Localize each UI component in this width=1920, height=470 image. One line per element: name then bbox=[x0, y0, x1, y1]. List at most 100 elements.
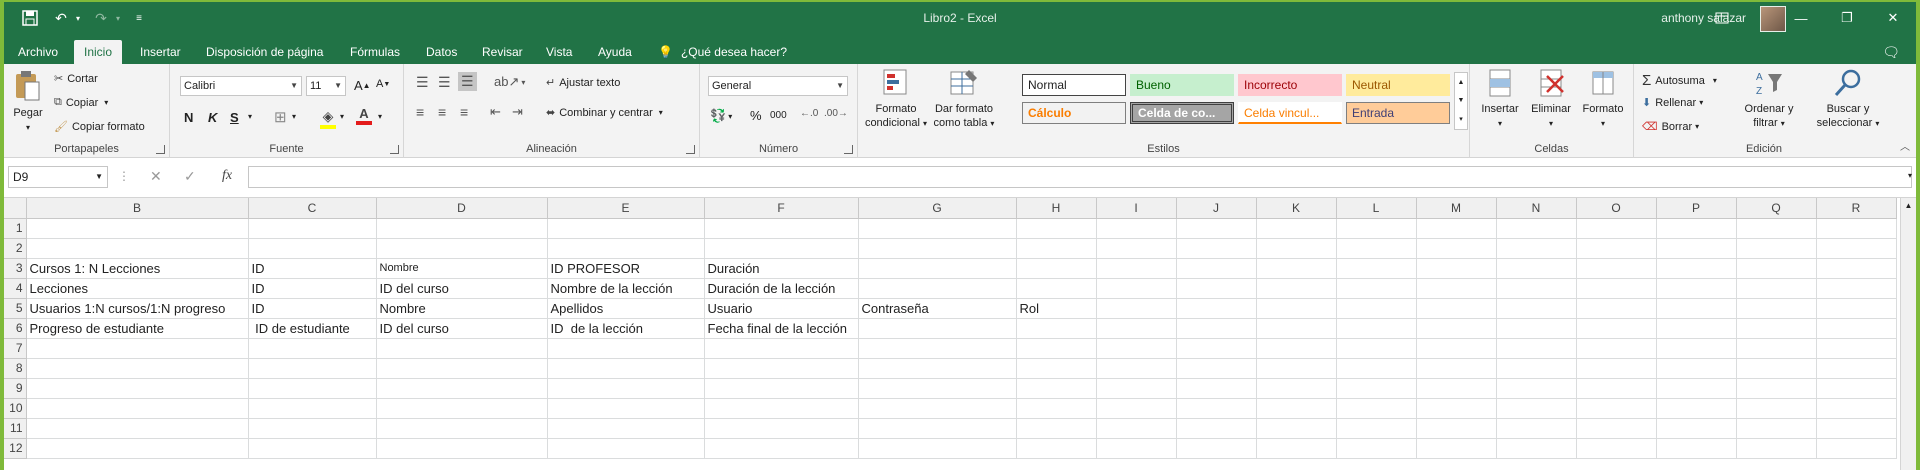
formula-input[interactable] bbox=[248, 166, 1912, 188]
cell[interactable] bbox=[1016, 398, 1097, 419]
bold-button[interactable]: N bbox=[184, 110, 193, 125]
cell[interactable] bbox=[376, 438, 548, 459]
cell[interactable] bbox=[704, 238, 859, 259]
row-header[interactable]: 4 bbox=[4, 278, 27, 299]
select-all-corner[interactable] bbox=[4, 198, 27, 219]
cell[interactable] bbox=[1416, 318, 1497, 339]
font-color-dropdown-icon[interactable]: ▾ bbox=[378, 112, 382, 121]
row-header[interactable]: 7 bbox=[4, 338, 27, 359]
cell[interactable]: Apellidos bbox=[547, 298, 705, 319]
cell[interactable] bbox=[1496, 398, 1577, 419]
cell[interactable] bbox=[547, 438, 705, 459]
cell[interactable]: Nombre bbox=[376, 298, 548, 319]
cell[interactable] bbox=[858, 398, 1017, 419]
cell[interactable] bbox=[1096, 318, 1177, 339]
cell[interactable] bbox=[1336, 318, 1417, 339]
increase-decimal-icon[interactable]: ←.0 bbox=[800, 108, 818, 119]
cell[interactable] bbox=[376, 358, 548, 379]
cell[interactable] bbox=[1176, 298, 1257, 319]
cell[interactable] bbox=[376, 338, 548, 359]
cell[interactable] bbox=[1736, 338, 1817, 359]
cell[interactable] bbox=[1176, 378, 1257, 399]
cell[interactable] bbox=[1336, 258, 1417, 279]
cell[interactable] bbox=[704, 338, 859, 359]
percent-button[interactable]: % bbox=[750, 108, 762, 123]
column-header[interactable]: F bbox=[704, 198, 859, 219]
cell[interactable] bbox=[1496, 238, 1577, 259]
cell[interactable] bbox=[1176, 238, 1257, 259]
row-header[interactable]: 11 bbox=[4, 418, 27, 439]
cell[interactable] bbox=[1096, 398, 1177, 419]
cell[interactable] bbox=[1736, 358, 1817, 379]
cell[interactable] bbox=[1096, 258, 1177, 279]
cell[interactable] bbox=[1336, 438, 1417, 459]
cell[interactable] bbox=[858, 338, 1017, 359]
autosum-button[interactable]: Σ Autosuma ▾ bbox=[1642, 72, 1717, 89]
cell[interactable] bbox=[1336, 298, 1417, 319]
styles-scroll[interactable]: ▲ ▼ ▾ bbox=[1454, 72, 1468, 130]
cell[interactable] bbox=[547, 418, 705, 439]
cell[interactable] bbox=[1656, 358, 1737, 379]
cell[interactable] bbox=[1816, 278, 1897, 299]
borders-icon[interactable]: ⊞ bbox=[274, 108, 287, 126]
cell[interactable] bbox=[1336, 398, 1417, 419]
name-box[interactable]: D9 ▼ bbox=[8, 166, 108, 188]
collapse-ribbon-icon[interactable]: ︿ bbox=[1900, 138, 1910, 153]
tab-insertar[interactable]: Insertar bbox=[130, 40, 191, 64]
decrease-decimal-icon[interactable]: .00→ bbox=[824, 108, 848, 119]
cell[interactable] bbox=[1416, 298, 1497, 319]
vertical-scrollbar[interactable]: ▲ bbox=[1900, 198, 1916, 470]
find-select-button[interactable]: Buscar y seleccionar ▾ bbox=[1808, 68, 1888, 131]
row-header[interactable]: 6 bbox=[4, 318, 27, 339]
cell[interactable] bbox=[1256, 218, 1337, 239]
number-format-select[interactable]: General ▼ bbox=[708, 76, 848, 96]
row-header[interactable]: 8 bbox=[4, 358, 27, 379]
cell[interactable] bbox=[1736, 238, 1817, 259]
cell[interactable] bbox=[1256, 298, 1337, 319]
cell[interactable] bbox=[1736, 318, 1817, 339]
cell[interactable] bbox=[248, 398, 377, 419]
cell[interactable] bbox=[1576, 378, 1657, 399]
cell[interactable]: ID del curso bbox=[376, 278, 548, 299]
cell[interactable] bbox=[1496, 258, 1577, 279]
cell[interactable] bbox=[1336, 238, 1417, 259]
font-size-select[interactable]: 11 ▼ bbox=[306, 76, 346, 96]
cell[interactable] bbox=[1736, 438, 1817, 459]
cell[interactable] bbox=[1416, 358, 1497, 379]
row-header[interactable]: 10 bbox=[4, 398, 27, 419]
column-header[interactable]: O bbox=[1576, 198, 1657, 219]
fill-color-button[interactable]: ◈ bbox=[320, 108, 336, 129]
decrease-indent-icon[interactable]: ⇤ bbox=[490, 104, 501, 120]
row-header[interactable]: 3 bbox=[4, 258, 27, 279]
cell[interactable] bbox=[704, 398, 859, 419]
cell[interactable] bbox=[1496, 358, 1577, 379]
cell[interactable] bbox=[26, 338, 249, 359]
cell[interactable] bbox=[376, 378, 548, 399]
cell[interactable] bbox=[1176, 438, 1257, 459]
cell[interactable] bbox=[1416, 418, 1497, 439]
cell[interactable] bbox=[248, 378, 377, 399]
cell[interactable] bbox=[1336, 338, 1417, 359]
tab-inicio[interactable]: Inicio bbox=[74, 40, 123, 64]
cell[interactable] bbox=[1416, 338, 1497, 359]
cell[interactable] bbox=[858, 318, 1017, 339]
cell[interactable] bbox=[1656, 238, 1737, 259]
fill-button[interactable]: ⬇ Rellenar ▾ bbox=[1642, 96, 1703, 110]
cell[interactable] bbox=[1496, 418, 1577, 439]
conditional-format-button[interactable]: Formato condicional ▾ bbox=[864, 68, 928, 131]
cell[interactable] bbox=[1176, 278, 1257, 299]
cell[interactable]: Nombre bbox=[376, 258, 548, 279]
cell[interactable] bbox=[1016, 218, 1097, 239]
cell[interactable] bbox=[1416, 238, 1497, 259]
cell[interactable] bbox=[248, 218, 377, 239]
restore-icon[interactable]: ❐ bbox=[1824, 4, 1870, 32]
format-as-table-button[interactable]: Dar formato como tabla ▾ bbox=[932, 68, 996, 131]
cell[interactable] bbox=[858, 418, 1017, 439]
align-bottom-icon[interactable]: ☰ bbox=[458, 72, 477, 91]
cell[interactable] bbox=[1576, 238, 1657, 259]
cell[interactable] bbox=[1736, 298, 1817, 319]
column-header[interactable]: H bbox=[1016, 198, 1097, 219]
cell[interactable] bbox=[1176, 218, 1257, 239]
sort-filter-button[interactable]: AZ Ordenar y filtrar ▾ bbox=[1738, 68, 1800, 131]
format-cells-button[interactable]: Formato ▾ bbox=[1578, 68, 1628, 131]
